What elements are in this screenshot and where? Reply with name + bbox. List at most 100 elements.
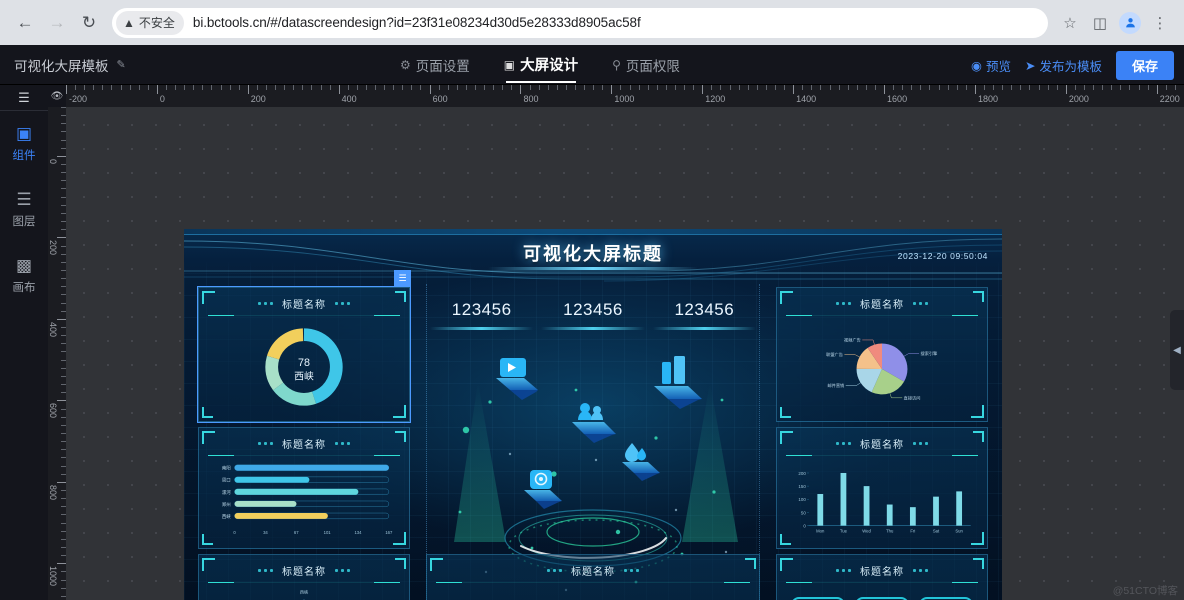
profile-avatar-icon[interactable]: [1116, 9, 1144, 37]
ruler-tick: [121, 85, 122, 90]
ruler-tick: [575, 85, 576, 90]
kpi-card-3[interactable]: 123456: [649, 284, 760, 336]
ruler-tick: [211, 85, 212, 90]
ruler-tick: [61, 131, 66, 132]
big-screen-artboard[interactable]: 可视化大屏标题 2023-12-20 09:50:04 123456 12345…: [184, 229, 1002, 600]
svg-text:直接访问: 直接访问: [904, 394, 921, 401]
ruler-tick: [939, 85, 940, 90]
address-bar[interactable]: ▲ 不安全 bi.bctools.cn/#/datascreendesign?i…: [112, 8, 1048, 38]
radar-widget[interactable]: 标题名称 西峡周口南阳驻马店郑州洛阳: [198, 554, 410, 600]
sidebar-item-layers[interactable]: ☰ 图层: [0, 177, 48, 243]
reload-icon[interactable]: ↻: [74, 8, 104, 38]
security-label: 不安全: [139, 14, 175, 31]
ruler-tick: [966, 85, 967, 90]
dots-decoration-left: [836, 442, 851, 445]
kpi-value-2: 123456: [563, 300, 623, 320]
ruler-tick: [1093, 85, 1094, 90]
dots-decoration-left: [258, 442, 273, 445]
side-panel-icon[interactable]: ◫: [1086, 9, 1114, 37]
ruler-tick: [61, 197, 66, 198]
vbar-widget[interactable]: 标题名称 050100150200MonTueWedThuFriSatSun: [776, 427, 988, 549]
ruler-tick: [61, 392, 66, 393]
dots-decoration-right: [335, 442, 350, 445]
ruler-tick: [57, 156, 66, 157]
hamburger-icon[interactable]: ☰: [0, 85, 48, 111]
svg-text:0: 0: [233, 530, 236, 535]
svg-text:34: 34: [263, 530, 268, 535]
svg-text:周口: 周口: [222, 478, 231, 484]
canvas-icon: ▩: [16, 257, 32, 274]
ruler-label: 1000: [48, 566, 58, 586]
ruler-tick: [61, 262, 66, 263]
save-button[interactable]: 保存: [1116, 51, 1174, 80]
ruler-tick: [1002, 85, 1003, 90]
preview-button[interactable]: ◉ 预览: [971, 56, 1011, 75]
pie-widget[interactable]: 标题名称 搜索引擎直接访问邮件营销联盟广告视频广告: [776, 287, 988, 422]
ruler-tick: [61, 286, 66, 287]
kpi-card-2[interactable]: 123456: [537, 284, 648, 336]
gauge-widget[interactable]: 标题名称 66%: [776, 554, 988, 600]
sidebar-item-components[interactable]: ▣ 组件: [0, 111, 48, 177]
horizontal-ruler[interactable]: -200020040060080010001200140016001800200…: [66, 85, 1184, 107]
chevron-left-icon[interactable]: ◀: [1170, 310, 1184, 390]
ruler-tick: [61, 425, 66, 426]
ruler-tick: [684, 85, 685, 90]
ruler-tick: [739, 85, 740, 90]
ruler-tick: [61, 180, 66, 181]
send-icon: ➤: [1025, 58, 1035, 73]
ruler-tick: [57, 563, 66, 564]
pie-widget-title-row: 标题名称: [777, 295, 987, 311]
publish-template-button[interactable]: ➤ 发布为模板: [1025, 56, 1102, 75]
tab-page-settings[interactable]: ⚙ 页面设置: [400, 45, 470, 85]
ruler-tick: [61, 376, 66, 377]
ruler-tick: [1029, 85, 1030, 90]
security-badge[interactable]: ▲ 不安全: [116, 11, 184, 35]
dots-decoration-right: [624, 569, 639, 572]
ruler-tick: [393, 85, 394, 90]
ruler-tick: [666, 85, 667, 90]
svg-text:50: 50: [801, 510, 806, 515]
ruler-tick: [920, 85, 921, 90]
star-icon[interactable]: ☆: [1056, 9, 1084, 37]
design-canvas[interactable]: 可视化大屏标题 2023-12-20 09:50:04 123456 12345…: [66, 107, 1184, 600]
hbar-widget[interactable]: 标题名称 南阳周口漯河郑州西峡03467101134167: [198, 427, 410, 549]
tab-screen-design[interactable]: ▣ 大屏设计: [504, 45, 578, 85]
ruler-tick: [84, 85, 85, 90]
ruler-tick: [257, 85, 258, 90]
forward-arrow-icon[interactable]: →: [42, 8, 72, 38]
pie-widget-title: 标题名称: [860, 296, 904, 311]
vertical-ruler[interactable]: 02004006008001000: [48, 107, 66, 600]
kpi-card-1[interactable]: 123456: [426, 284, 537, 336]
ruler-tick: [720, 85, 721, 90]
dots-decoration-right: [913, 569, 928, 572]
donut-widget[interactable]: 标题名称 78 西峡: [198, 287, 410, 422]
ruler-label: 800: [48, 485, 58, 500]
ruler-tick: [193, 85, 194, 90]
kebab-menu-icon[interactable]: ⋮: [1146, 9, 1174, 37]
ruler-tick: [675, 85, 676, 90]
tab-page-permissions-label: 页面权限: [626, 55, 680, 75]
ruler-tick: [61, 303, 66, 304]
ruler-tick: [902, 85, 903, 90]
sidebar-item-canvas[interactable]: ▩ 画布: [0, 243, 48, 309]
back-arrow-icon[interactable]: ←: [10, 8, 40, 38]
ruler-label: 200: [48, 240, 58, 255]
line-widget[interactable]: 标题名称 050100150200MonTueWedThuFriSatSun: [426, 554, 760, 600]
ruler-tick: [61, 140, 66, 141]
kpi-row: 123456 123456 123456: [426, 284, 760, 336]
ruler-tick: [530, 85, 531, 90]
eye-toggle-icon[interactable]: 👁: [48, 85, 66, 107]
ruler-tick: [766, 85, 767, 90]
ruler-tick: [102, 85, 103, 90]
ruler-tick: [511, 85, 512, 90]
radar-widget-title-row: 标题名称: [199, 562, 409, 578]
svg-text:Sun: Sun: [955, 528, 963, 533]
pencil-icon[interactable]: ✎: [117, 58, 126, 71]
ruler-tick: [61, 580, 66, 581]
video-play-icon-plate: [496, 358, 538, 400]
center-stage[interactable]: 123456 123456 123456: [426, 284, 760, 600]
ruler-tick: [61, 498, 66, 499]
tab-page-permissions[interactable]: ⚲ 页面权限: [612, 45, 680, 85]
ruler-tick: [866, 85, 867, 90]
dots-decoration-left: [258, 302, 273, 305]
